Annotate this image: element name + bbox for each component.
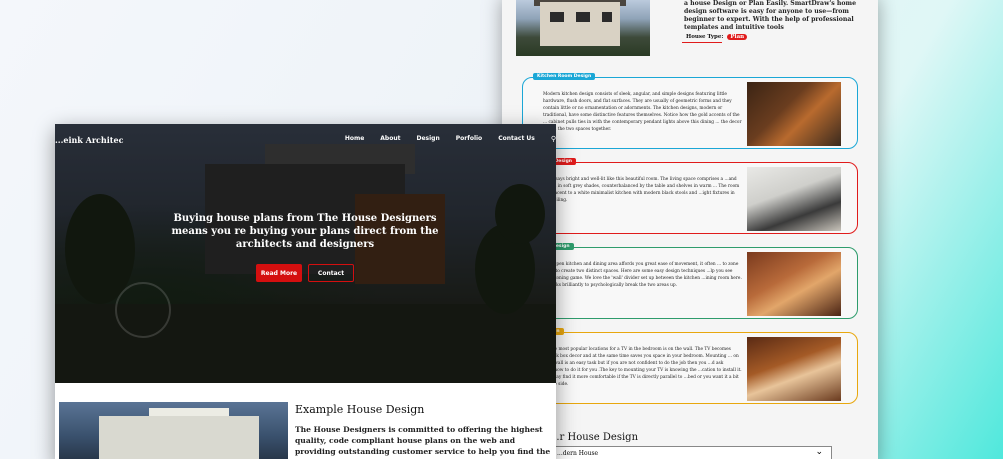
nav-about[interactable]: About (380, 135, 400, 143)
contact-button[interactable]: Contact (308, 264, 354, 282)
nav-home[interactable]: Home (345, 135, 364, 143)
hero-headline: Buying house plans from The House Design… (171, 213, 439, 250)
chevron-down-icon: ⌄ (815, 447, 823, 457)
main-nav: Home About Design Porfolio Contact Us ⚲ (345, 135, 556, 143)
house-type-badge[interactable]: Plan (727, 34, 748, 40)
example-house-image (59, 402, 288, 459)
watermark-stamp (115, 282, 171, 338)
read-more-button[interactable]: Read More (256, 264, 302, 282)
nav-design[interactable]: Design (416, 135, 439, 143)
search-icon[interactable]: ⚲ (551, 135, 556, 143)
brand-logo[interactable]: ...eink Architec (55, 135, 123, 145)
example-section-title: Example House Design (295, 403, 425, 416)
house-type-select[interactable]: ...dern House ⌄ (550, 446, 832, 459)
nav-contact-us[interactable]: Contact Us (498, 135, 535, 143)
card-text: ...an open kitchen and dining area affor… (543, 262, 742, 288)
example-section-text: The House Designers is committed to offe… (295, 425, 551, 459)
bedroom-card: ...Design ...f the most popular location… (522, 328, 858, 404)
bedroom-image (747, 337, 841, 401)
kitchen-image (747, 82, 841, 146)
living-room-card: ...oom Design ...ing says bright and wel… (522, 158, 858, 234)
nav-portfolio[interactable]: Porfolio (456, 135, 482, 143)
top-house-image (516, 0, 650, 56)
card-text: Modern kitchen design consists of sleek,… (543, 92, 742, 132)
dining-room-card: ...oor Design ...an open kitchen and din… (522, 243, 858, 319)
living-room-image (747, 167, 841, 231)
card-text: ...ing says bright and well-lit like thi… (543, 177, 740, 203)
find-house-title: ...r House Design (550, 432, 639, 443)
background-page-screenshot: Guarantees we stand by to ensure this ha… (502, 0, 878, 459)
divider (682, 42, 722, 43)
hero-section: ...eink Architec Home About Design Porfo… (55, 124, 556, 383)
dining-room-image (747, 252, 841, 316)
house-type-label: House Type: Plan (686, 34, 748, 40)
kitchen-design-card: Kitchen Room Design Modern kitchen desig… (522, 73, 858, 149)
intro-paragraph: Guarantees we stand by to ensure this ha… (684, 0, 857, 31)
card-tag: Kitchen Room Design (533, 73, 596, 80)
card-text: ...f the most popular locations for a TV… (543, 347, 742, 387)
foreground-page-screenshot: ...eink Architec Home About Design Porfo… (55, 124, 556, 459)
